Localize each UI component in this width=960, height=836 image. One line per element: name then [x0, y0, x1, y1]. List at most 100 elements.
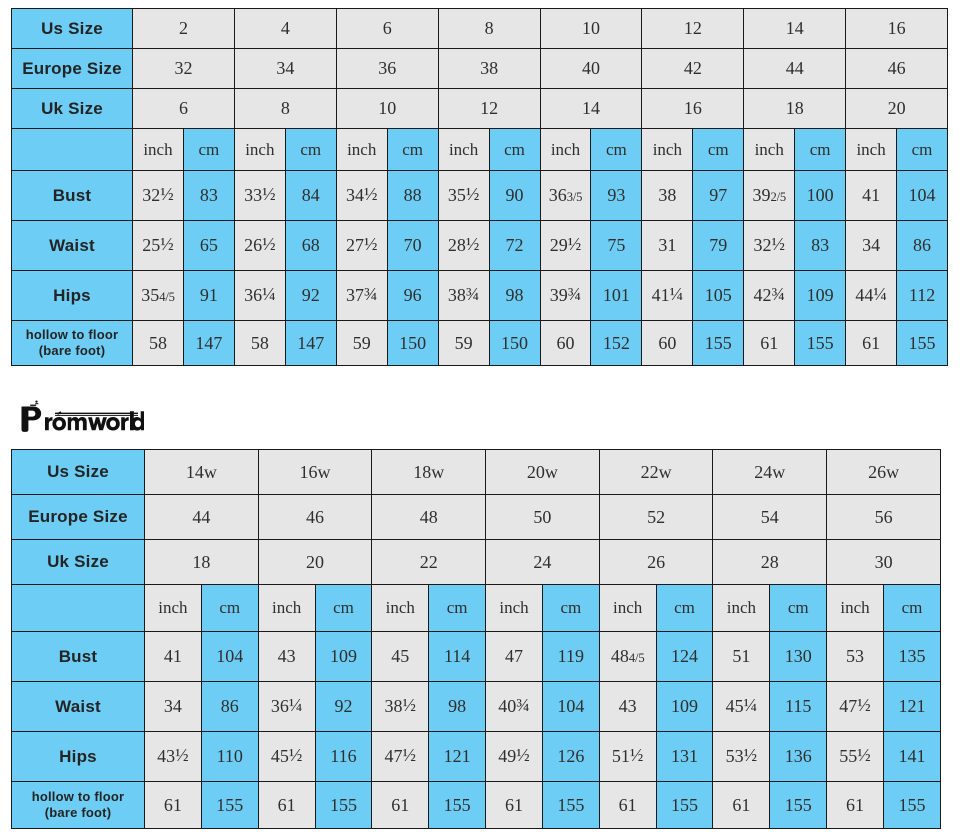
cell-hollow-inch-7: 61 — [845, 320, 898, 366]
cell-bust-inch-5: 51 — [712, 631, 771, 682]
cell-hollow-inch-1: 61 — [257, 781, 316, 829]
cell-uk-size-5: 16 — [641, 88, 745, 129]
cell-hips-inch-0: 354/5 — [132, 270, 184, 321]
cell-hips-inch-7: 44¼ — [845, 270, 898, 321]
unit-header-inch-1: inch — [233, 128, 286, 171]
cell-uk-size-5: 28 — [712, 539, 828, 585]
cell-hips-inch-4: 39¾ — [539, 270, 592, 321]
unit-header-inch-6: inch — [826, 584, 884, 632]
unit-header-cm-2: cm — [428, 584, 487, 632]
cell-us-size-5: 12 — [641, 8, 745, 49]
table-row-hollow-to-floor: hollow to floor (bare foot) 61 155 61 15… — [11, 781, 942, 829]
cell-hollow-cm-4: 152 — [590, 320, 643, 366]
unit-header-inch-2: inch — [371, 584, 430, 632]
cell-bust-cm-1: 109 — [314, 631, 373, 682]
cell-hollow-inch-2: 61 — [371, 781, 430, 829]
cell-hips-cm-4: 131 — [655, 731, 714, 782]
row-label-europe-size: Europe Size — [11, 48, 133, 89]
cell-waist-inch-4: 29½ — [539, 220, 592, 271]
cell-europe-size-1: 34 — [233, 48, 337, 89]
cell-bust-inch-6: 53 — [826, 631, 884, 682]
cell-waist-cm-0: 65 — [182, 220, 235, 271]
cell-hollow-inch-0: 58 — [132, 320, 184, 366]
cell-europe-size-6: 44 — [743, 48, 847, 89]
cell-europe-size-0: 32 — [132, 48, 235, 89]
cell-bust-cm-3: 90 — [488, 170, 541, 221]
cell-waist-inch-6: 32½ — [743, 220, 796, 271]
cell-bust-inch-2: 34½ — [335, 170, 388, 221]
cell-waist-cm-7: 86 — [896, 220, 948, 271]
cell-us-size-4: 22w — [598, 449, 714, 495]
cell-bust-inch-7: 41 — [845, 170, 898, 221]
cell-hollow-cm-4: 155 — [655, 781, 714, 829]
cell-hollow-cm-3: 150 — [488, 320, 541, 366]
unit-header-cm-4: cm — [655, 584, 714, 632]
cell-hollow-cm-5: 155 — [769, 781, 828, 829]
cell-us-size-0: 14w — [144, 449, 259, 495]
cell-uk-size-6: 30 — [826, 539, 941, 585]
cell-us-size-5: 24w — [712, 449, 828, 495]
cell-uk-size-4: 26 — [598, 539, 714, 585]
cell-us-size-2: 18w — [371, 449, 487, 495]
unit-header-inch-0: inch — [132, 128, 184, 171]
cell-uk-size-0: 6 — [132, 88, 235, 129]
cell-bust-inch-0: 41 — [144, 631, 202, 682]
unit-header-inch-3: inch — [485, 584, 543, 632]
cell-hollow-inch-4: 61 — [598, 781, 657, 829]
table-row-units: inch cm inch cm inch cm inch cm inch cm … — [11, 584, 942, 632]
table-row-uk-size: Uk Size 18 20 22 24 26 28 30 — [11, 539, 941, 585]
cell-hips-inch-3: 38¾ — [437, 270, 490, 321]
table-row-bust: Bust 41 104 43 109 45 114 47 119 484/5 1… — [11, 631, 942, 682]
cell-hollow-cm-2: 155 — [428, 781, 487, 829]
cell-hips-cm-0: 110 — [200, 731, 259, 782]
cell-waist-cm-0: 86 — [200, 681, 259, 732]
unit-header-inch-4: inch — [598, 584, 657, 632]
cell-hips-inch-6: 42¾ — [743, 270, 796, 321]
cell-uk-size-2: 22 — [371, 539, 487, 585]
cell-europe-size-2: 48 — [371, 494, 487, 540]
unit-header-inch-1: inch — [257, 584, 316, 632]
cell-hollow-cm-7: 155 — [896, 320, 948, 366]
unit-header-inch-6: inch — [743, 128, 796, 171]
cell-hips-cm-2: 121 — [428, 731, 487, 782]
cell-waist-cm-1: 68 — [284, 220, 337, 271]
cell-waist-inch-1: 26½ — [233, 220, 286, 271]
cell-bust-inch-2: 45 — [371, 631, 430, 682]
cell-waist-inch-1: 36¼ — [257, 681, 316, 732]
size-chart-page: Us Size 2 4 6 8 10 12 14 16 Europe Size … — [0, 0, 960, 836]
cell-hips-cm-0: 91 — [182, 270, 235, 321]
cell-hollow-inch-5: 60 — [641, 320, 694, 366]
cell-waist-cm-4: 109 — [655, 681, 714, 732]
cell-bust-cm-7: 104 — [896, 170, 948, 221]
unit-header-cm-5: cm — [692, 128, 745, 171]
cell-hollow-inch-0: 61 — [144, 781, 202, 829]
row-label-uk-size: Uk Size — [11, 88, 133, 129]
cell-hollow-inch-6: 61 — [826, 781, 884, 829]
row-label-waist: Waist — [11, 220, 133, 271]
cell-hips-inch-2: 47½ — [371, 731, 430, 782]
cell-bust-inch-1: 43 — [257, 631, 316, 682]
row-label-waist: Waist — [11, 681, 145, 732]
unit-header-cm-1: cm — [284, 128, 337, 171]
cell-bust-cm-4: 124 — [655, 631, 714, 682]
hollow-to-floor-line2: (bare foot) — [44, 805, 112, 820]
cell-waist-inch-0: 34 — [144, 681, 202, 732]
cell-bust-inch-1: 33½ — [233, 170, 286, 221]
cell-hollow-cm-6: 155 — [882, 781, 942, 829]
cell-europe-size-0: 44 — [144, 494, 259, 540]
cell-waist-inch-3: 28½ — [437, 220, 490, 271]
unit-header-cm-4: cm — [590, 128, 643, 171]
cell-bust-cm-6: 100 — [794, 170, 847, 221]
cell-hollow-cm-0: 147 — [182, 320, 235, 366]
cell-europe-size-2: 36 — [335, 48, 439, 89]
cell-hips-cm-6: 109 — [794, 270, 847, 321]
cell-hollow-cm-1: 155 — [314, 781, 373, 829]
cell-hips-inch-1: 45½ — [257, 731, 316, 782]
table-row-us-size: Us Size 2 4 6 8 10 12 14 16 — [11, 8, 948, 49]
unit-header-inch-5: inch — [712, 584, 771, 632]
cell-waist-cm-2: 70 — [386, 220, 439, 271]
cell-hips-inch-5: 41¼ — [641, 270, 694, 321]
row-label-units-blank — [11, 584, 145, 632]
table-row-waist: Waist 34 86 36¼ 92 38½ 98 40¾ 104 43 109… — [11, 681, 942, 732]
row-label-bust: Bust — [11, 631, 145, 682]
